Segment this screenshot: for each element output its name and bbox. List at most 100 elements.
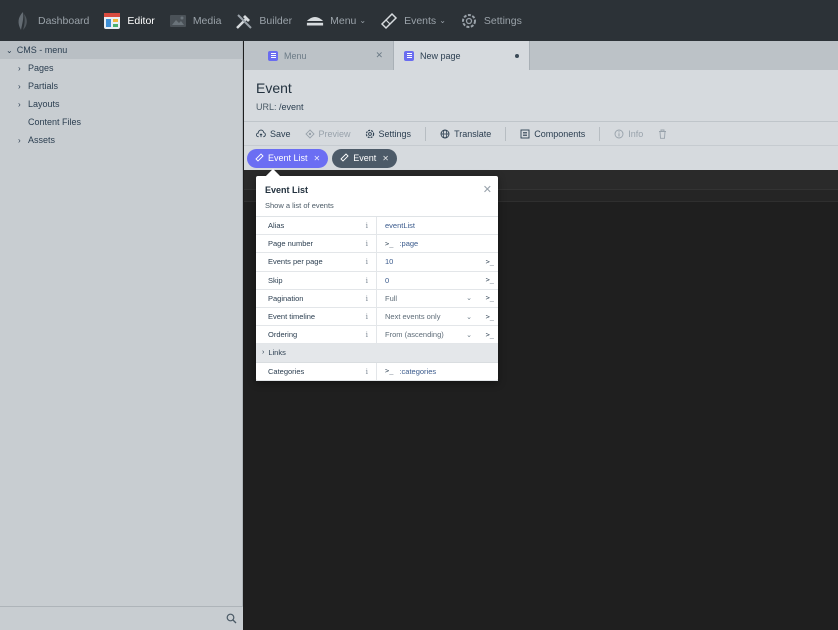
component-chip-event-list[interactable]: Event List ✕ xyxy=(247,148,329,168)
toolbar-divider xyxy=(599,126,601,141)
prop-label: Skip xyxy=(268,275,283,285)
sidebar-item-partials[interactable]: › Partials xyxy=(0,77,242,95)
sidebar-item-assets[interactable]: › Assets xyxy=(0,131,242,149)
trash-icon xyxy=(657,129,667,139)
translate-label: Translate xyxy=(454,128,492,139)
sidebar: ⌄ CMS - menu › Pages › Partials › Layout… xyxy=(0,41,243,630)
search-icon[interactable] xyxy=(226,613,237,626)
chevron-down-icon: ⌄ xyxy=(466,295,472,303)
tab-label: Menu xyxy=(284,50,307,61)
event-timeline-select[interactable]: Next events only ⌄ >_ xyxy=(377,308,498,325)
skip-input[interactable]: 0 >_ xyxy=(377,272,498,289)
nav-editor[interactable]: Editor xyxy=(103,0,155,41)
tab-new-page[interactable]: New page xyxy=(394,41,530,70)
prop-group-links[interactable]: › Links xyxy=(256,344,498,363)
prop-value: 0 xyxy=(385,275,390,285)
prop-row-skip: Skip i 0 >_ xyxy=(256,271,498,290)
delete-button[interactable] xyxy=(657,129,671,139)
builder-icon xyxy=(235,12,253,30)
preview-button[interactable]: Preview xyxy=(304,129,351,139)
info-button[interactable]: Info xyxy=(614,129,643,139)
component-inspector-popover: Event List Show a list of events ✕ Alias… xyxy=(256,176,498,381)
page-url: URL: /event xyxy=(256,102,826,112)
tab-label: New page xyxy=(420,50,461,61)
prop-name: Alias i xyxy=(256,217,377,235)
prop-row-categories: Categories i >_ :categories xyxy=(256,362,498,381)
sidebar-item-layouts[interactable]: › Layouts xyxy=(0,95,242,113)
page-title[interactable]: Event xyxy=(256,80,826,96)
close-icon[interactable]: ✕ xyxy=(382,154,389,163)
terminal-icon[interactable]: >_ xyxy=(385,240,393,248)
prop-label: Alias xyxy=(268,221,285,231)
nav-dashboard-label: Dashboard xyxy=(38,14,90,27)
chevron-right-icon: › xyxy=(18,81,21,91)
sidebar-root[interactable]: ⌄ CMS - menu xyxy=(0,41,242,59)
info-icon xyxy=(614,129,624,139)
nav-builder[interactable]: Builder xyxy=(235,0,292,41)
close-icon[interactable]: ✕ xyxy=(314,154,321,163)
info-icon[interactable]: i xyxy=(366,276,368,285)
events-icon xyxy=(380,12,398,30)
info-icon[interactable]: i xyxy=(366,312,368,321)
close-icon[interactable]: ✕ xyxy=(483,183,492,196)
prop-name: Ordering i xyxy=(256,326,377,344)
top-navigation: Dashboard Editor Media Builder Menu ⌄ Ev… xyxy=(0,0,838,41)
components-button[interactable]: Components xyxy=(520,129,585,139)
components-icon xyxy=(520,129,530,139)
save-button[interactable]: Save xyxy=(256,129,291,139)
prop-row-pagination: Pagination i Full ⌄ >_ xyxy=(256,289,498,308)
chip-label: Event xyxy=(353,153,377,163)
nav-events[interactable]: Events ⌄ xyxy=(380,0,446,41)
terminal-icon[interactable]: >_ xyxy=(486,294,494,302)
pagination-select[interactable]: Full ⌄ >_ xyxy=(377,290,498,307)
chevron-down-icon: ⌄ xyxy=(439,16,446,25)
nav-menu[interactable]: Menu ⌄ xyxy=(306,0,366,41)
info-icon[interactable]: i xyxy=(366,330,368,339)
unsaved-dot-icon[interactable] xyxy=(515,53,519,58)
ordering-select[interactable]: From (ascending) ⌄ >_ xyxy=(377,326,498,343)
prop-label: Ordering xyxy=(268,330,298,340)
sidebar-item-content-files[interactable]: Content Files xyxy=(0,113,242,131)
url-value[interactable]: /event xyxy=(279,102,304,112)
cloud-upload-icon xyxy=(256,129,266,139)
alias-input[interactable]: eventList xyxy=(377,217,498,234)
nav-builder-label: Builder xyxy=(259,14,293,27)
nav-settings[interactable]: Settings xyxy=(460,0,522,41)
info-icon[interactable]: i xyxy=(366,257,368,266)
chevron-right-icon: › xyxy=(18,63,21,73)
sidebar-item-pages[interactable]: › Pages xyxy=(0,59,242,77)
ticket-icon xyxy=(255,152,264,164)
info-icon[interactable]: i xyxy=(366,239,368,248)
sidebar-footer xyxy=(0,606,243,630)
terminal-icon[interactable]: >_ xyxy=(486,331,494,339)
events-per-page-input[interactable]: 10 >_ xyxy=(377,253,498,270)
info-icon[interactable]: i xyxy=(366,221,368,230)
tab-menu[interactable]: Menu ✕ xyxy=(258,41,394,70)
info-icon[interactable]: i xyxy=(366,367,368,376)
page-number-input[interactable]: >_ :page xyxy=(377,235,498,252)
prop-name: Pagination i xyxy=(256,289,377,307)
prop-name: Skip i xyxy=(256,271,377,289)
info-label: Info xyxy=(628,128,644,139)
prop-row-event-timeline: Event timeline i Next events only ⌄ >_ xyxy=(256,307,498,327)
terminal-icon[interactable]: >_ xyxy=(486,313,494,321)
prop-row-page-number: Page number i >_ :page xyxy=(256,235,498,254)
translate-button[interactable]: Translate xyxy=(440,129,491,139)
page-icon xyxy=(404,50,414,61)
component-chip-event[interactable]: Event ✕ xyxy=(332,148,397,168)
close-icon[interactable]: ✕ xyxy=(375,50,383,61)
prop-name: Events per page i xyxy=(256,253,377,271)
chevron-down-icon: ⌄ xyxy=(359,16,367,25)
categories-input[interactable]: >_ :categories xyxy=(377,363,498,380)
terminal-icon[interactable]: >_ xyxy=(385,367,393,375)
settings-button[interactable]: Settings xyxy=(365,129,411,139)
terminal-icon[interactable]: >_ xyxy=(486,276,494,284)
toolbar: Save Preview Settings Translate Componen… xyxy=(244,121,838,145)
popover-description: Show a list of events xyxy=(265,201,334,210)
prop-label: Events per page xyxy=(268,257,323,267)
nav-media[interactable]: Media xyxy=(169,0,221,41)
info-icon[interactable]: i xyxy=(366,294,368,303)
nav-dashboard[interactable]: Dashboard xyxy=(14,0,89,41)
sidebar-item-label: Partials xyxy=(28,81,59,91)
terminal-icon[interactable]: >_ xyxy=(486,258,494,266)
